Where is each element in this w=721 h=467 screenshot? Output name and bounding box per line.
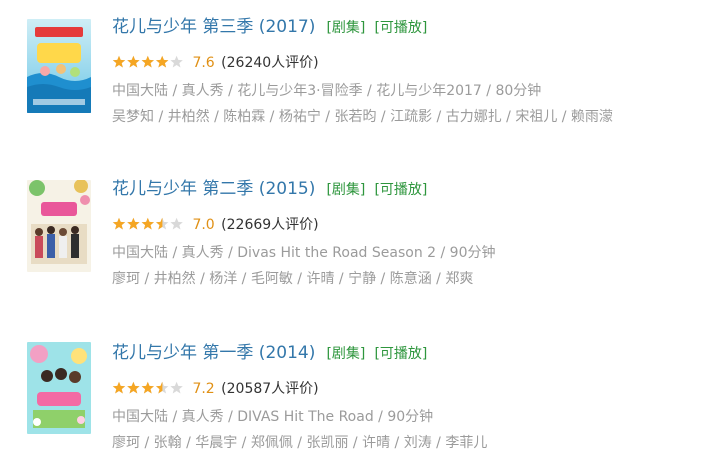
result-title-link[interactable]: 花儿与少年 第一季 (2014) xyxy=(112,343,315,363)
series-tag-link[interactable]: [剧集] xyxy=(326,20,365,36)
result-info: 花儿与少年 第三季 (2017) [剧集] [可播放] 7.6 (26240人评… xyxy=(112,14,712,128)
result-cast: 廖珂 / 张翰 / 华晨宇 / 郑佩佩 / 张凯丽 / 许晴 / 刘涛 / 李菲… xyxy=(112,435,488,451)
result-cast: 吴梦知 / 井柏然 / 陈柏霖 / 杨祐宁 / 张若昀 / 江疏影 / 古力娜扎… xyxy=(112,109,613,125)
search-results-list: 花儿与少年 第三季 (2017) [剧集] [可播放] 7.6 (26240人评… xyxy=(0,0,721,467)
rating-stars-icon xyxy=(112,55,184,69)
result-cast: 廖珂 / 井柏然 / 杨洋 / 毛阿敏 / 许晴 / 宁静 / 陈意涵 / 郑爽 xyxy=(112,271,474,287)
result-title-link[interactable]: 花儿与少年 第三季 (2017) xyxy=(112,17,315,37)
playable-tag-link[interactable]: [可播放] xyxy=(374,346,427,362)
poster-image[interactable] xyxy=(27,19,91,113)
result-meta: 中国大陆 / 真人秀 / 花儿与少年3·冒险季 / 花儿与少年2017 / 80… xyxy=(112,83,542,99)
result-meta: 中国大陆 / 真人秀 / Divas Hit the Road Season 2… xyxy=(112,245,496,261)
rating-stars-icon xyxy=(112,217,184,231)
series-tag-link[interactable]: [剧集] xyxy=(326,182,365,198)
rating-count: (20587人评价) xyxy=(221,381,319,397)
playable-tag-link[interactable]: [可播放] xyxy=(374,20,427,36)
result-title-link[interactable]: 花儿与少年 第二季 (2015) xyxy=(112,179,315,199)
rating-stars-icon xyxy=(112,381,184,395)
rating-count: (22669人评价) xyxy=(221,217,319,233)
rating-score: 7.2 xyxy=(192,381,215,397)
result-info: 花儿与少年 第一季 (2014) [剧集] [可播放] 7.2 (20587人评… xyxy=(112,340,712,454)
rating-count: (26240人评价) xyxy=(221,55,319,71)
rating-score: 7.6 xyxy=(192,55,215,71)
poster-image[interactable] xyxy=(27,342,91,434)
result-meta: 中国大陆 / 真人秀 / DIVAS Hit The Road / 90分钟 xyxy=(112,409,434,425)
playable-tag-link[interactable]: [可播放] xyxy=(374,182,427,198)
result-info: 花儿与少年 第二季 (2015) [剧集] [可播放] 7.0 (22669人评… xyxy=(112,176,712,290)
rating-score: 7.0 xyxy=(192,217,215,233)
poster-image[interactable] xyxy=(27,180,91,272)
series-tag-link[interactable]: [剧集] xyxy=(326,346,365,362)
